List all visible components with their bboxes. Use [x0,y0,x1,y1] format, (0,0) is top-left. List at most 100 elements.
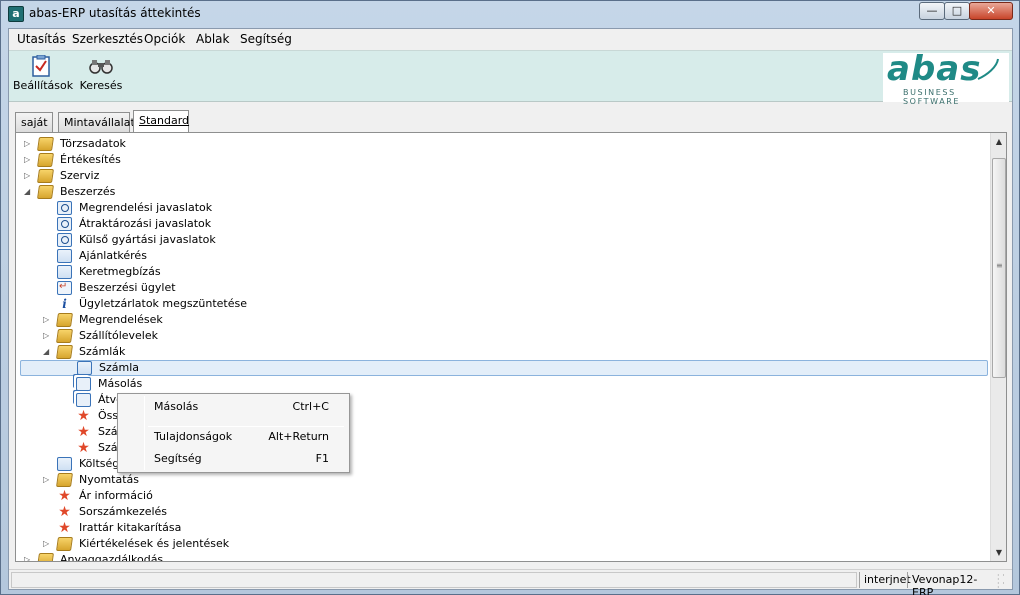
tree-row-content: Keretmegbízás [43,264,603,280]
tree-row-content: i Ügyletzárlatok megszüntetése [43,296,603,312]
scroll-down-arrow-icon[interactable]: ▼ [991,544,1006,561]
logo-wordmark: abas [887,49,982,89]
tree-row[interactable]: ★ Irattár kitakarítása [43,520,643,536]
collapse-arrow-icon[interactable]: ◢ [43,346,53,358]
expand-arrow-icon[interactable]: ▷ [24,138,34,150]
tree-row[interactable]: ▷ Törzsadatok [24,136,624,152]
tree-row-label: Külső gyártási javaslatok [79,233,216,246]
context-menu: Másolás Ctrl+C Tulajdonságok Alt+Return … [117,393,350,473]
search-label: Keresés [79,79,123,92]
ctx-item-copy[interactable]: Másolás Ctrl+C [120,397,347,417]
tree-row-selected[interactable]: Számla [20,360,988,376]
tree-row[interactable]: ◢ Számlák [43,344,643,360]
expand-arrow-icon[interactable]: ▷ [24,154,34,166]
menu-utasitas[interactable]: Utasítás [17,32,66,46]
tree-row[interactable]: ▷ Anyaggazdálkodás [24,552,624,562]
close-button[interactable]: ✕ [969,2,1013,20]
search-doc-icon [57,233,72,247]
tab-mintavallalat[interactable]: Mintavállalat [58,112,135,132]
tree-row[interactable]: Beszerzési ügylet [43,280,643,296]
tree-row-label: Ügyletzárlatok megszüntetése [79,297,247,310]
ctx-item-help[interactable]: Segítség F1 [120,449,347,469]
tab-sajat[interactable]: saját [15,112,53,132]
expand-arrow-icon[interactable]: ▷ [43,538,53,550]
tab-standard[interactable]: Standard [133,110,189,133]
tree-row[interactable]: i Ügyletzárlatok megszüntetése [43,296,643,312]
menu-ablak[interactable]: Ablak [196,32,229,46]
tree-row[interactable]: ★ Ár információ [43,488,643,504]
menu-segitseg[interactable]: Segítség [240,32,292,46]
tree-row[interactable]: Átraktározási javaslatok [43,216,643,232]
app-icon: a [8,6,24,22]
expand-arrow-icon[interactable]: ▷ [24,554,34,561]
ctx-help-label: Segítség [154,452,202,465]
tree-row-content: ◢ Számlák [43,344,603,360]
expand-arrow-icon[interactable]: ▷ [43,474,53,486]
tree-row-label: Beszerzés [60,185,116,198]
scroll-up-arrow-icon[interactable]: ▲ [991,133,1006,150]
copy-icon [76,377,91,391]
menu-szerkesztes[interactable]: Szerkesztés [72,32,143,46]
tree-row[interactable]: ▷ Szerviz [24,168,624,184]
expand-arrow-icon[interactable]: ▷ [43,330,53,342]
maximize-button[interactable]: □ [944,2,970,20]
resize-grip-icon[interactable]: · · · · · · [997,572,1009,592]
command-tree: ▷ Törzsadatok ▷ Értékesítés ▷ Szerviz ◢ Beszerz… [15,132,1007,562]
menu-opciok[interactable]: Opciók [144,32,185,46]
tree-row[interactable]: ▷ Szállítólevelek [43,328,643,344]
minimize-button[interactable]: — [919,2,945,20]
status-bar: interjnet Vevonap12-ERP · · · · · · [9,569,1012,595]
folder-icon [37,169,54,183]
expand-arrow-icon[interactable]: ▷ [43,314,53,326]
scroll-thumb[interactable]: ≡ [992,158,1006,378]
vertical-scrollbar[interactable]: ▲ ≡ ▼ [990,133,1006,561]
tree-row[interactable]: ▷ Kiértékelések és jelentések [43,536,643,552]
ctx-item-properties[interactable]: Tulajdonságok Alt+Return [120,427,347,447]
client-area: Utasítás Szerkesztés Opciók Ablak Segíts… [8,28,1013,595]
star-icon: ★ [58,488,71,504]
tree-row[interactable]: Ajánlatkérés [43,248,643,264]
tree-row-content: ▷ Nyomtatás [43,472,603,488]
tree-row-content: Átraktározási javaslatok [43,216,603,232]
tree-row-content: Ajánlatkérés [43,248,603,264]
tree-row[interactable]: ◢ Beszerzés [24,184,624,200]
tree-row-label: Átraktározási javaslatok [79,217,212,230]
tree-row-label: Nyomtatás [79,473,140,486]
tree-row[interactable]: Megrendelési javaslatok [43,200,643,216]
tree-row[interactable]: Külső gyártási javaslatok [43,232,643,248]
tree-row-label: Keretmegbízás [79,265,161,278]
collapse-arrow-icon[interactable]: ◢ [24,186,34,198]
expand-arrow-icon[interactable]: ▷ [24,170,34,182]
tree-row[interactable]: ★ Sorszámkezelés [43,504,643,520]
search-button[interactable]: Keresés [79,55,123,92]
tree-row[interactable]: Másolás [62,376,662,392]
tree-row-content: ▷ Kiértékelések és jelentések [43,536,603,552]
book-icon [77,361,92,375]
tree-row[interactable]: ▷ Értékesítés [24,152,624,168]
toolbar: Beállítások Keresés abas BUSINESS SOFTWA… [9,49,1012,106]
book-icon [57,265,72,279]
status-connection: interjnet [859,572,911,588]
tree-row-label: Irattár kitakarítása [79,521,182,534]
tree-row-label: Szállítólevelek [79,329,159,342]
tree-row[interactable]: Keretmegbízás [43,264,643,280]
app-window: a abas-ERP utasítás áttekintés — □ ✕ Uta… [0,0,1020,595]
book-icon [57,457,72,471]
tree-row-content: ▷ Megrendelések [43,312,603,328]
tree-row-content: Másolás [62,376,622,392]
settings-button[interactable]: Beállítások [13,55,73,92]
title-bar[interactable]: a abas-ERP utasítás áttekintés — □ ✕ [1,1,1019,27]
tree-row[interactable]: ▷ Megrendelések [43,312,643,328]
tree-row[interactable]: ▷ Nyomtatás [43,472,643,488]
tree-row-label: Törzsadatok [60,137,126,150]
tree-row-label: Anyaggazdálkodás [60,553,164,562]
star-icon: ★ [77,408,90,424]
